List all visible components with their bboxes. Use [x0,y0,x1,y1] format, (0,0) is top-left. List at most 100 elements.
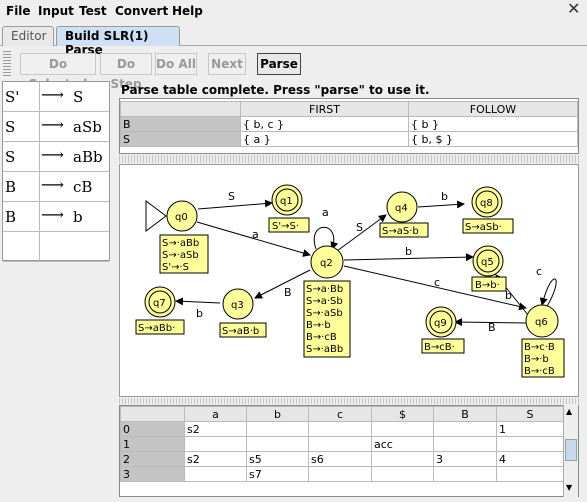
edge-label: B [284,286,292,299]
grammar-row[interactable]: B ⟶ cB [3,172,109,202]
pt-header: c [308,406,372,422]
pt-cell[interactable]: s6 [308,451,372,467]
pt-header: $ [371,406,434,422]
tab-build-slr-parse[interactable]: Build SLR(1) Parse [56,26,180,57]
edge-label: b [405,245,412,258]
pt-cell[interactable] [308,466,372,482]
table-row[interactable]: 0 s2 1 [120,421,564,437]
pt-cell[interactable] [371,421,434,437]
table-row[interactable]: 3 s7 [120,466,564,482]
scroll-up-icon[interactable]: ▲ [566,407,572,416]
pt-cell[interactable] [371,451,434,467]
pt-cell[interactable] [496,436,564,452]
ff-follow-cell[interactable]: { b, $ } [408,131,578,147]
state-item: S→a·Bb [306,284,343,295]
ff-follow-cell[interactable]: { b } [408,116,578,132]
pt-cell[interactable] [308,421,372,437]
pt-cell[interactable] [308,436,372,452]
state-label: q8 [480,198,493,209]
table-row[interactable]: 2 s2 s5 s6 3 4 [120,451,564,467]
state-item: S→aSb· [465,222,502,233]
vertical-scrollbar[interactable]: ▲ ▼ [563,405,578,497]
state-q7[interactable]: q7 S→aBb· [135,286,185,335]
edge-label: c [536,265,542,278]
pt-cell[interactable] [371,466,434,482]
pt-cell[interactable] [246,421,309,437]
grammar-lhs: S [5,118,16,136]
state-q8[interactable]: q8 S→aSb· [462,186,514,234]
pt-header: a [184,406,247,422]
state-q6[interactable]: q6 B→c·B B→·b B→·cB [521,304,565,378]
pt-cell[interactable] [433,421,497,437]
close-icon[interactable]: ✕ [567,1,583,18]
split-divider[interactable] [119,155,579,163]
pt-cell[interactable]: 1 [496,421,564,437]
pt-cell[interactable] [433,466,497,482]
pt-cell[interactable] [246,436,309,452]
state-q0[interactable]: q0 S→·aBb S→·aSb S'→·S [159,200,209,274]
pt-cell[interactable]: s7 [246,466,309,482]
state-item: B→b· [475,280,500,291]
menu-convert[interactable]: Convert [115,4,168,18]
state-item: S'→S· [272,221,299,232]
grammar-row-empty[interactable] [3,232,109,262]
state-label: q0 [175,212,188,223]
state-item: S'→·S [162,262,189,273]
do-all-button[interactable]: Do All [155,53,197,75]
parse-button[interactable]: Parse [257,53,301,75]
pt-cell[interactable] [433,436,497,452]
pt-cell[interactable] [496,466,564,482]
state-item: B→cB· [424,342,455,353]
next-button[interactable]: Next [208,53,246,75]
pt-cell[interactable]: 3 [433,451,497,467]
pt-cell[interactable] [184,436,247,452]
state-label: q5 [481,257,494,268]
state-q1[interactable]: q1 S'→S· [268,184,310,233]
table-row[interactable]: S { a } { b, $ } [120,131,578,147]
state-item: S→·aBb [306,344,343,355]
do-selected-button[interactable]: Do Selected [20,53,96,91]
production-arrow: ⟶ [41,115,64,134]
start-state-icon [145,200,167,232]
split-divider[interactable] [119,398,579,404]
ff-first-cell[interactable]: { a } [240,131,409,147]
dfa-canvas[interactable]: S a a S b b c B b c b B q0 S→·aBb S→·aSb… [119,164,579,397]
tab-editor[interactable]: Editor [2,26,54,46]
grammar-lhs: S [5,148,16,166]
state-q4[interactable]: q4 S→aS·b [379,191,429,238]
pt-cell[interactable] [184,466,247,482]
table-row[interactable]: B { b, c } { b } [120,116,578,132]
do-step-button[interactable]: Do Step [100,53,152,91]
state-label: q3 [231,300,244,311]
menu-file[interactable]: File [6,4,31,18]
ff-header-follow: FOLLOW [408,101,578,117]
pt-cell[interactable]: s5 [246,451,309,467]
scroll-down-icon[interactable]: ▼ [566,483,572,492]
table-row[interactable]: 1 acc [120,436,564,452]
grammar-row[interactable]: S' ⟶ S [3,82,109,112]
state-item: B→·cB [306,332,337,343]
pt-cell[interactable]: s2 [184,451,247,467]
state-item: S→·aSb [162,250,199,261]
pt-cell[interactable]: acc [371,436,434,452]
state-q5[interactable]: q5 B→b· [471,245,507,292]
pt-cell[interactable]: 4 [496,451,564,467]
pt-state: 0 [120,421,185,437]
grammar-row[interactable]: S ⟶ aSb [3,112,109,142]
grammar-lhs: S' [5,88,20,106]
state-q2[interactable]: q2 S→a·Bb S→a·Sb S→·aSb B→·b B→·cB S→·aB… [303,245,351,358]
state-item: S→·aSb [306,308,343,319]
menu-input[interactable]: Input [38,4,74,18]
state-q9[interactable]: q9 B→cB· [421,306,465,354]
ff-first-cell[interactable]: { b, c } [240,116,409,132]
menu-test[interactable]: Test [79,4,107,18]
ff-header-blank [120,101,241,117]
grammar-row[interactable]: S ⟶ aBb [3,142,109,172]
toolbar-grip[interactable] [3,51,11,77]
scroll-thumb[interactable] [565,439,577,461]
grammar-rhs: cB [73,178,93,196]
grammar-row[interactable]: B ⟶ b [3,202,109,232]
pt-cell[interactable]: s2 [184,421,247,437]
state-label: q6 [535,317,548,328]
menu-help[interactable]: Help [172,4,203,18]
